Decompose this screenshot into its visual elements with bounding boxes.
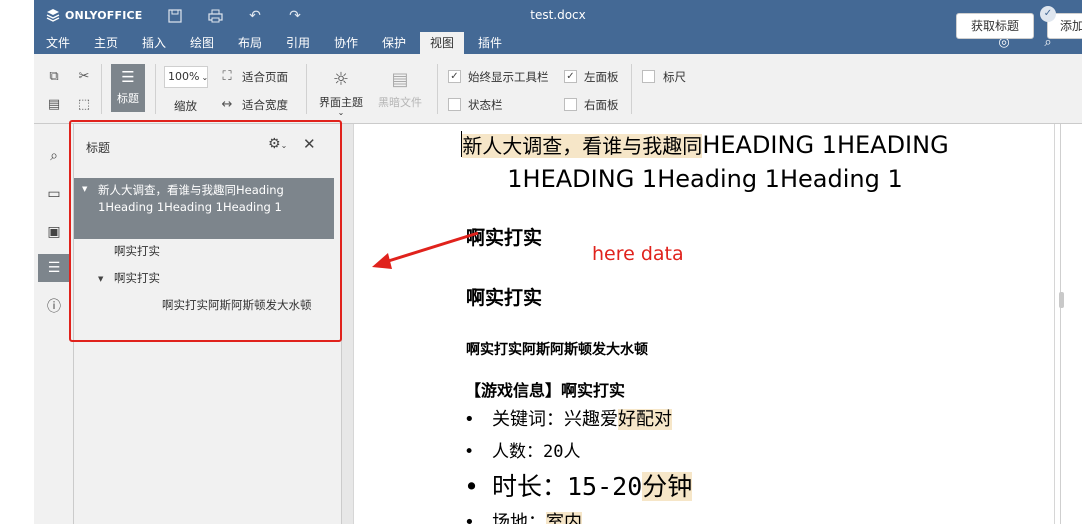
status-bar-checkbox[interactable] <box>448 98 461 111</box>
chevron-down-icon: ⌄ <box>337 108 345 117</box>
scrollbar-line <box>1060 124 1061 524</box>
outer-margin <box>0 0 34 524</box>
fit-page-button[interactable]: 适合页面 <box>242 69 288 85</box>
tab-references[interactable]: 引用 <box>276 32 320 54</box>
expand-triangle-icon[interactable]: ▼ <box>98 275 103 283</box>
bullet-symbol: • <box>464 472 480 501</box>
menu-bar: 文件 主页 插入 绘图 布局 引用 协作 保护 视图 插件 ◎ ⌕ <box>34 32 1082 54</box>
document-page[interactable]: 新人大调查，看谁与我趣同HEADING 1HEADING 1HEADING 1H… <box>353 124 1055 524</box>
list-item: • 关键词：兴趣爱好配对 <box>464 405 672 431</box>
info-icon[interactable]: ⓘ <box>38 292 70 320</box>
expand-triangle-icon[interactable]: ▼ <box>82 185 87 193</box>
list-item-text: 时长：15-20 <box>492 472 643 501</box>
heading-item[interactable]: 啊实打实阿斯阿斯顿发大水顿 <box>162 297 312 314</box>
dark-document-button[interactable]: ▤ 黑暗文件 <box>374 66 426 110</box>
fit-page-icon[interactable]: ⛶ <box>217 66 237 86</box>
interface-theme-button[interactable]: ☼ 界面主题 ⌄ <box>316 66 366 117</box>
left-rail: ⌕ ▭ ▣ ☰ ⓘ <box>34 124 74 524</box>
gear-icon[interactable]: ⚙⌄ <box>268 136 287 152</box>
scrollbar-thumb[interactable] <box>1059 292 1064 308</box>
list-item: • 场地：室内 <box>464 508 582 524</box>
title-line-2: 1HEADING 1Heading 1Heading 1 <box>507 165 903 193</box>
heading-item-text: 新人大调查，看谁与我趣同Heading 1Heading 1Heading 1H… <box>98 183 284 214</box>
heading-3: 啊实打实阿斯阿斯顿发大水顿 <box>466 342 648 358</box>
ruler-label: 标尺 <box>663 70 686 84</box>
panel-title: 标题 <box>86 141 111 155</box>
chat-icon[interactable]: ▣ <box>38 218 70 246</box>
bullet-symbol: • <box>464 442 475 462</box>
ruler-checkbox[interactable] <box>642 70 655 83</box>
divider <box>631 64 632 114</box>
fit-width-button[interactable]: 适合宽度 <box>242 97 288 113</box>
heading-2: 啊实打实 <box>466 287 543 309</box>
document-title: test.docx <box>530 8 586 22</box>
search-icon[interactable]: ⌕ <box>38 142 70 170</box>
list-item: • 时长：15-20分钟 <box>464 467 693 503</box>
headings-panel: 标题 ⚙⌄ ✕ 新人大调查，看谁与我趣同Heading 1Heading 1He… <box>74 124 342 524</box>
title-bar: ONLYOFFICE ↶ ↷ test.docx <box>34 0 1082 32</box>
tab-collaboration[interactable]: 协作 <box>324 32 368 54</box>
list-item-highlight: 分钟 <box>642 472 693 501</box>
close-icon[interactable]: ✕ <box>303 135 316 153</box>
left-panel-label: 左面板 <box>584 70 619 84</box>
always-show-toolbar-checkbox[interactable]: ✓ <box>448 70 461 83</box>
title-highlight-text: 新人大调查，看谁与我趣同 <box>462 134 703 158</box>
annotation-text: here data <box>592 243 684 265</box>
right-panel-checkbox[interactable] <box>564 98 577 111</box>
document-title-heading: 新人大调查，看谁与我趣同HEADING 1HEADING <box>354 130 1054 159</box>
view-toolbar: ⧉ ✂ ▤ ⬚ ☰ 标题 100% ⌄ 缩放 ⛶ 适合页面 ↔ 适合宽度 ☼ 界面… <box>34 54 1082 124</box>
headings-label: 标题 <box>117 92 139 105</box>
tab-insert[interactable]: 插入 <box>132 32 176 54</box>
tab-protection[interactable]: 保护 <box>372 32 416 54</box>
annotation-arrow-icon <box>372 231 479 269</box>
zoom-select[interactable]: 100% ⌄ <box>164 66 208 88</box>
bullet-symbol: • <box>464 512 475 524</box>
left-panel-checkbox[interactable]: ✓ <box>564 70 577 83</box>
bullet-symbol: • <box>464 409 475 430</box>
dark-doc-label: 黑暗文件 <box>378 96 422 109</box>
document-icon: ▤ <box>391 68 409 90</box>
onlyoffice-app: ONLYOFFICE ↶ ↷ test.docx ✓ 获取标题 添加 文件 主页… <box>34 0 1082 524</box>
heading-item[interactable]: 啊实打实 <box>114 270 160 287</box>
list-item: • 人数：20人 <box>464 437 580 462</box>
tab-file[interactable]: 文件 <box>38 32 78 54</box>
right-panel-label: 右面板 <box>584 98 619 112</box>
zoom-label: 缩放 <box>174 99 197 113</box>
tab-draw[interactable]: 绘图 <box>180 32 224 54</box>
always-show-toolbar-label: 始终显示工具栏 <box>468 70 549 84</box>
heading-item[interactable]: 啊实打实 <box>114 243 160 260</box>
divider <box>101 64 102 114</box>
list-item-text: 关键词：兴趣爱 <box>492 409 618 430</box>
user-avatar-icon[interactable]: ✓ <box>1040 6 1056 22</box>
sun-icon: ☼ <box>332 68 350 90</box>
headings-icon: ☰ <box>121 68 135 86</box>
heading-item-selected[interactable]: 新人大调查，看谁与我趣同Heading 1Heading 1Heading 1H… <box>74 178 334 239</box>
tab-plugins[interactable]: 插件 <box>468 32 512 54</box>
fit-width-icon[interactable]: ↔ <box>217 94 237 114</box>
info-title: 【游戏信息】啊实打实 <box>465 381 626 400</box>
divider <box>306 64 307 114</box>
tab-home[interactable]: 主页 <box>84 32 128 54</box>
cut-icon[interactable]: ✂ <box>74 66 94 86</box>
tab-layout[interactable]: 布局 <box>228 32 272 54</box>
tab-view[interactable]: 视图 <box>420 32 464 54</box>
title-rest-text: HEADING 1HEADING <box>702 131 949 159</box>
list-item-highlight: 室内 <box>546 512 582 524</box>
list-item-text: 场地： <box>492 512 546 524</box>
zoom-value: 100% <box>168 70 200 83</box>
list-item-text: 人数：20人 <box>492 442 581 462</box>
copy-icon[interactable]: ⧉ <box>44 66 64 86</box>
navigation-icon[interactable]: ☰ <box>38 254 70 282</box>
paste-icon[interactable]: ▤ <box>44 94 64 114</box>
divider <box>155 64 156 114</box>
get-title-button[interactable]: 获取标题 <box>956 13 1034 39</box>
status-bar-label: 状态栏 <box>468 98 503 112</box>
list-item-highlight: 好配对 <box>618 409 672 430</box>
comments-icon[interactable]: ▭ <box>38 180 70 208</box>
chevron-down-icon: ⌄ <box>201 73 209 82</box>
select-all-icon[interactable]: ⬚ <box>74 94 94 114</box>
headings-button[interactable]: ☰ 标题 <box>111 64 145 112</box>
divider <box>437 64 438 114</box>
